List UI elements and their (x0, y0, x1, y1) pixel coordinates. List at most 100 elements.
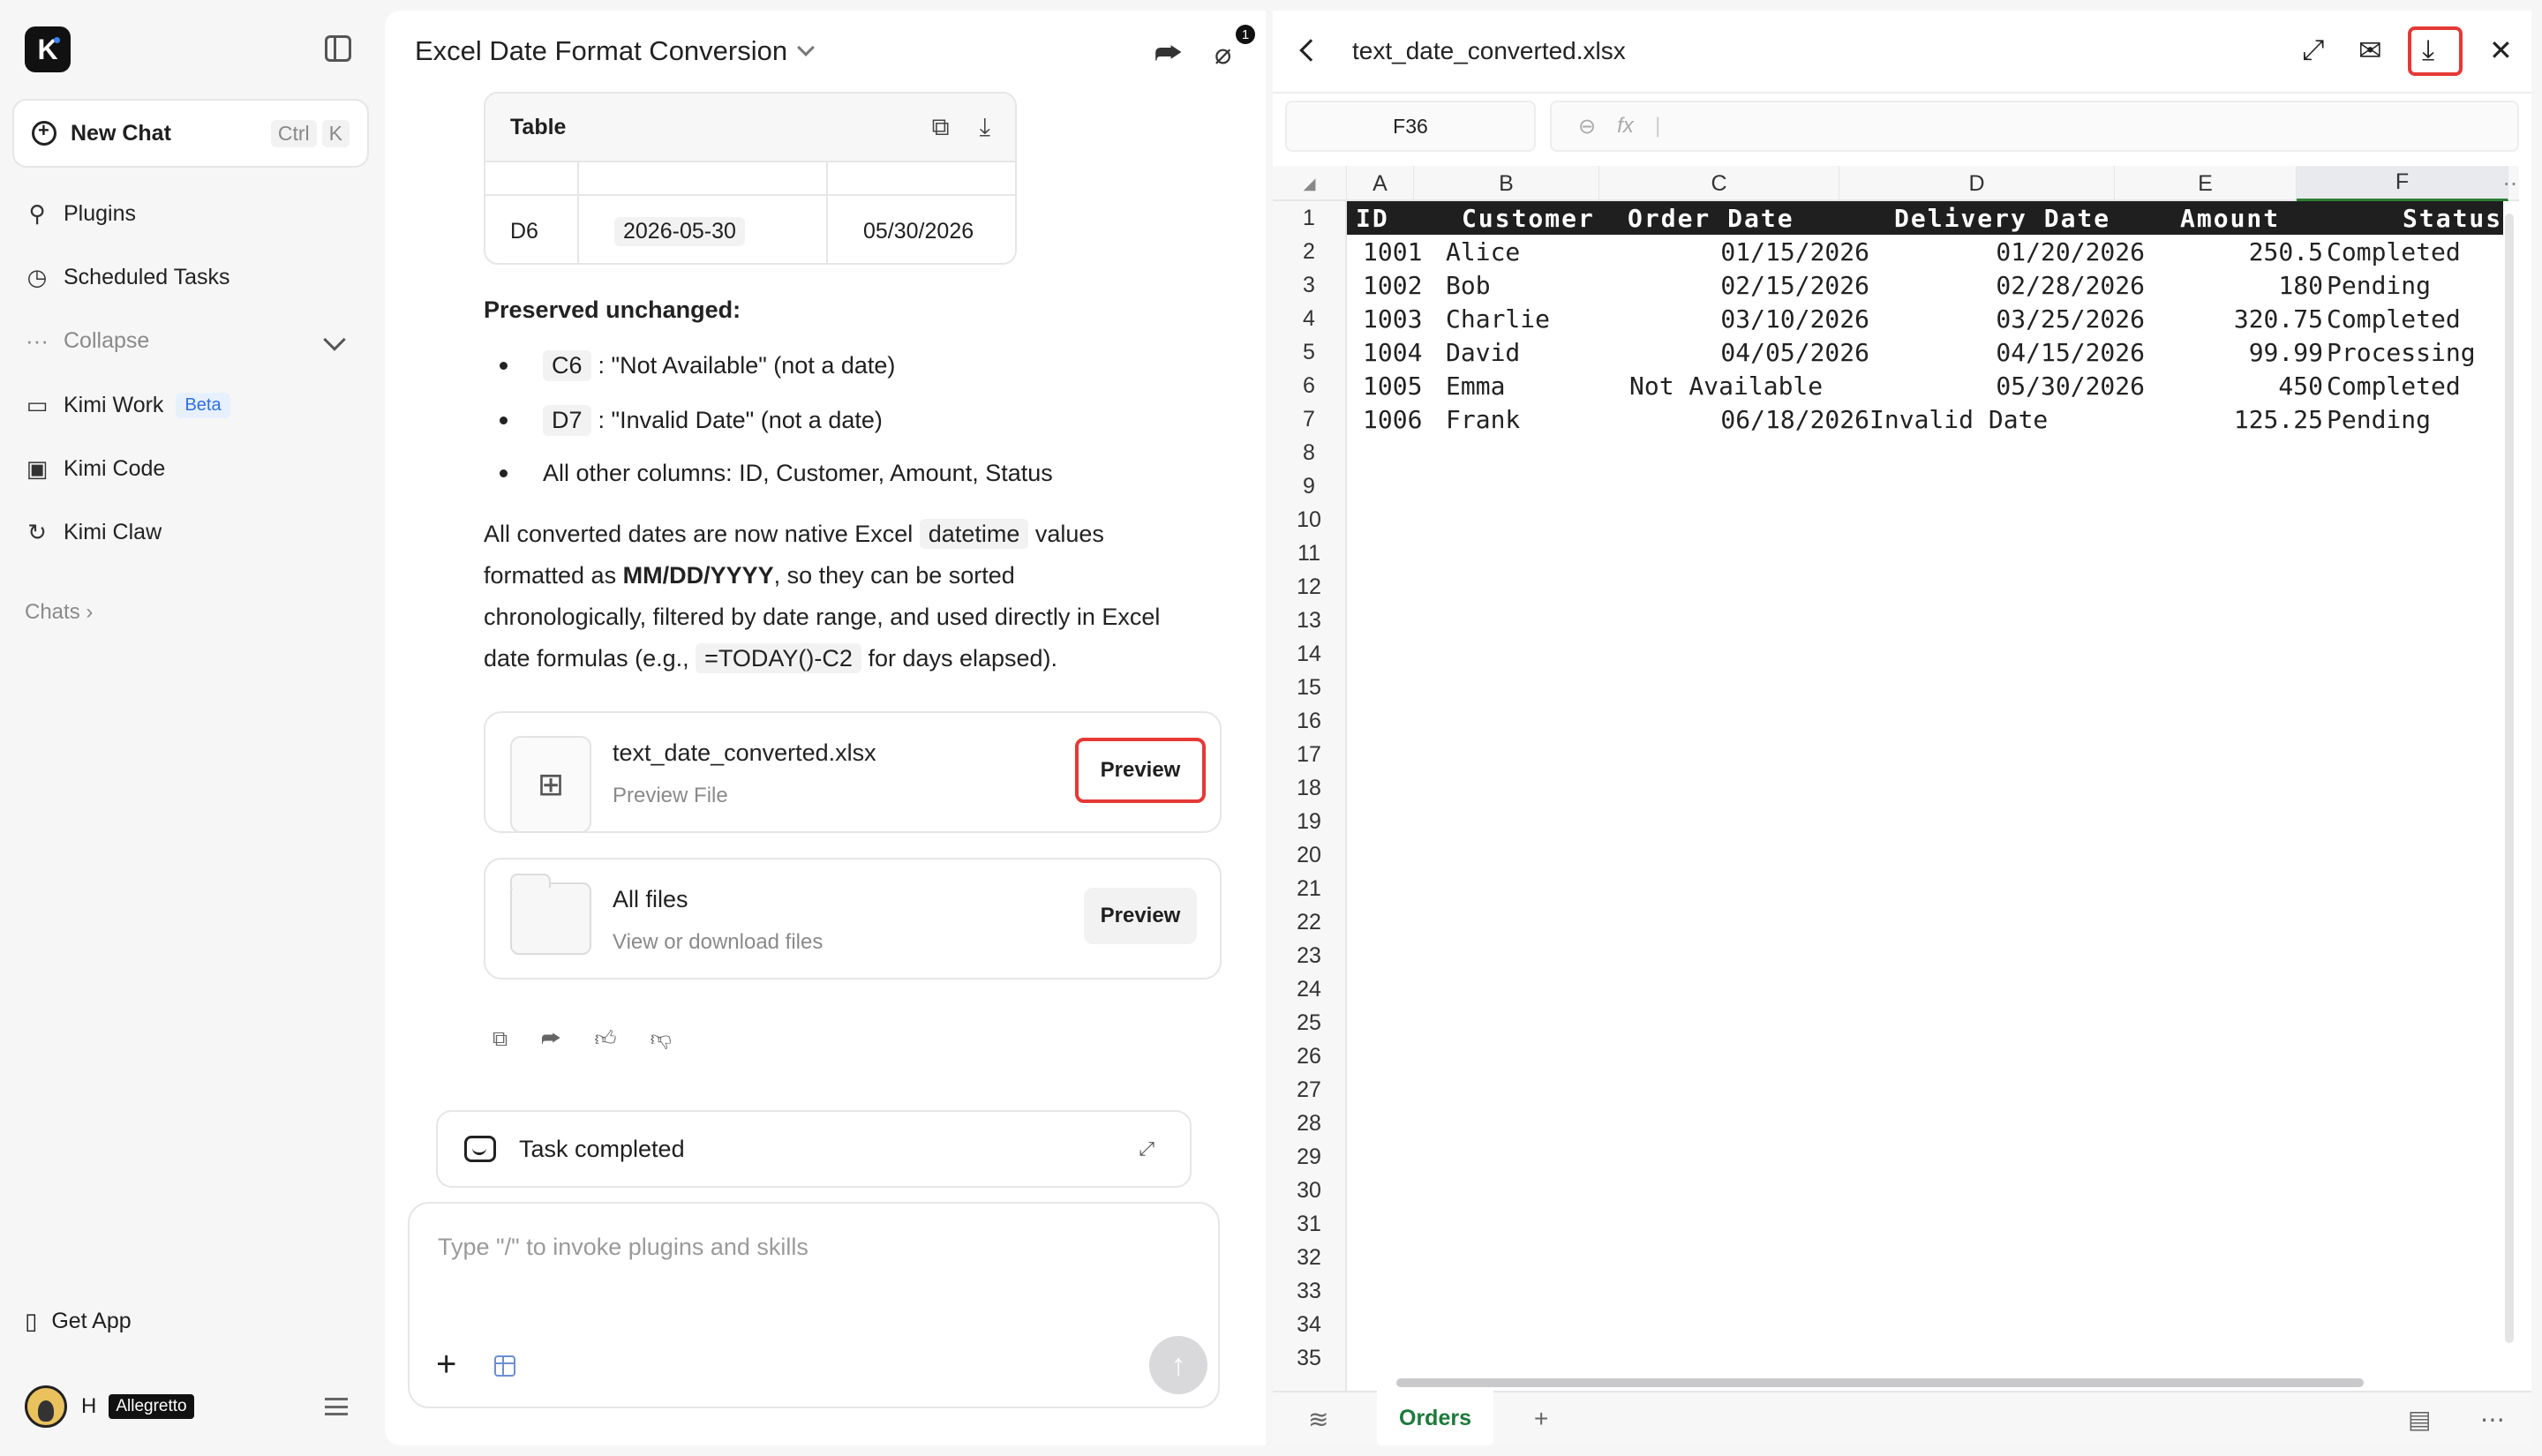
row-number[interactable]: 28 (1273, 1107, 1345, 1140)
column-header-f[interactable]: F (2297, 166, 2508, 201)
menu-icon[interactable] (325, 1398, 348, 1415)
row-number[interactable]: 11 (1273, 537, 1345, 570)
row-number[interactable]: 15 (1273, 671, 1345, 704)
sheet-cell[interactable]: 99.99 (2249, 335, 2323, 369)
sheet-cell[interactable]: Invalid Date (1869, 402, 2048, 436)
sheet-cell[interactable]: Amount (2180, 201, 2280, 235)
send-button[interactable]: ↑ (1149, 1336, 1207, 1394)
thumbs-up-icon[interactable]: 👍︎ (595, 1027, 617, 1052)
row-number[interactable]: 25 (1273, 1006, 1345, 1039)
task-status-bar[interactable]: Task completed ⤢ (436, 1110, 1192, 1188)
sheet-cell[interactable]: Customer (1462, 201, 1595, 235)
sheet-cell[interactable]: Completed (2327, 369, 2461, 402)
add-icon[interactable]: + (436, 1345, 456, 1385)
sheet-cell[interactable]: 03/25/2026 (1996, 302, 2145, 335)
column-header-a[interactable]: A (1347, 166, 1414, 201)
sidebar-item-scheduled-tasks[interactable]: ◷ Scheduled Tasks (25, 258, 230, 296)
sheet-cell[interactable]: Processing (2327, 335, 2476, 369)
copy-icon[interactable]: ⧉ (493, 1027, 508, 1052)
row-number[interactable]: 24 (1273, 972, 1345, 1006)
row-number[interactable]: 1 (1273, 201, 1345, 235)
more-columns-icon[interactable]: ⋯ (2503, 166, 2520, 201)
share-icon[interactable]: ⮫ (1154, 37, 1183, 71)
kimi-logo[interactable]: K (25, 26, 71, 72)
vertical-scrollbar[interactable] (2505, 214, 2514, 1343)
sidebar-item-plugins[interactable]: ⚲ Plugins (25, 194, 136, 233)
sheet-cell[interactable]: 1004 (1363, 335, 1422, 369)
sheet-cell[interactable]: Charlie (1446, 302, 1550, 335)
chat-input-placeholder[interactable]: Type "/" to invoke plugins and skills (438, 1234, 808, 1261)
row-number[interactable]: 27 (1273, 1073, 1345, 1107)
row-number[interactable]: 33 (1273, 1274, 1345, 1308)
download-icon[interactable]: ⤓ (980, 113, 990, 142)
sheet-cell[interactable]: 1001 (1363, 235, 1422, 268)
row-number[interactable]: 34 (1273, 1308, 1345, 1341)
sheet-tab-orders[interactable]: Orders (1377, 1391, 1493, 1445)
row-number[interactable]: 4 (1273, 302, 1345, 335)
column-header-c[interactable]: C (1599, 166, 1839, 201)
sidebar-item-kimi-code[interactable]: ▣ Kimi Code (25, 449, 166, 488)
sheet-cell[interactable]: 02/15/2026 (1720, 268, 1869, 302)
user-profile[interactable]: H Allegretto (25, 1385, 194, 1428)
add-sheet-icon[interactable]: + (1534, 1405, 1548, 1433)
row-number[interactable]: 10 (1273, 503, 1345, 537)
sheet-cell[interactable]: 125.25 (2234, 402, 2323, 436)
row-number[interactable]: 8 (1273, 436, 1345, 469)
sidebar-item-collapse[interactable]: ··· Collapse (25, 321, 149, 360)
copy-icon[interactable]: ⧉ (932, 113, 950, 142)
row-number[interactable]: 20 (1273, 838, 1345, 872)
sheet-cell[interactable]: 1002 (1363, 268, 1422, 302)
sheet-cell[interactable]: Emma (1446, 369, 1505, 402)
row-number[interactable]: 9 (1273, 469, 1345, 503)
sheet-cell[interactable]: 1005 (1363, 369, 1422, 402)
sheet-cell[interactable]: Not Available (1629, 369, 1823, 402)
row-number[interactable]: 18 (1273, 771, 1345, 805)
sheet-cell[interactable]: 01/15/2026 (1720, 235, 1869, 268)
row-number[interactable]: 22 (1273, 905, 1345, 939)
expand-icon[interactable]: ⤢ (1139, 1137, 1154, 1160)
sidebar-item-kimi-work[interactable]: ▭ Kimi Work Beta (25, 386, 230, 424)
row-number[interactable]: 3 (1273, 268, 1345, 302)
mail-icon[interactable]: ✉ (2358, 34, 2382, 67)
chat-input-box[interactable]: Type "/" to invoke plugins and skills + … (408, 1202, 1220, 1408)
sheet-cell[interactable]: Completed (2327, 302, 2461, 335)
sidebar-item-kimi-claw[interactable]: ↻ Kimi Claw (25, 513, 162, 552)
chevron-down-icon[interactable] (323, 328, 346, 351)
preview-button[interactable]: Preview (1075, 738, 1206, 803)
sheet-cell[interactable]: Frank (1446, 402, 1520, 436)
layers-icon[interactable]: ≋ (1308, 1405, 1328, 1434)
row-number[interactable]: 16 (1273, 704, 1345, 738)
thumbs-down-icon[interactable]: 👎︎ (651, 1027, 672, 1052)
sheet-cell[interactable]: 06/18/2026 (1720, 402, 1869, 436)
sheet-cell[interactable]: Pending (2327, 402, 2431, 436)
sheet-cell[interactable]: 04/15/2026 (1996, 335, 2145, 369)
row-number[interactable]: 23 (1273, 939, 1345, 972)
sheet-cell[interactable]: Bob (1446, 268, 1491, 302)
row-number[interactable]: 30 (1273, 1174, 1345, 1207)
horizontal-scrollbar[interactable] (1396, 1378, 2364, 1387)
sheet-cell[interactable]: 250.5 (2249, 235, 2323, 268)
sheet-cell[interactable]: 02/28/2026 (1996, 268, 2145, 302)
sheet-cell[interactable]: 180 (2278, 268, 2323, 302)
row-number[interactable]: 29 (1273, 1140, 1345, 1174)
sheet-cell[interactable]: ID (1356, 201, 1389, 235)
share-icon[interactable]: ⮫ (541, 1027, 560, 1052)
row-number[interactable]: 32 (1273, 1241, 1345, 1274)
row-number[interactable]: 13 (1273, 604, 1345, 637)
get-app-link[interactable]: ▯ Get App (25, 1308, 132, 1335)
row-number[interactable]: 7 (1273, 402, 1345, 436)
row-number[interactable]: 12 (1273, 570, 1345, 604)
row-number[interactable]: 19 (1273, 805, 1345, 838)
close-icon[interactable]: ✕ (2489, 34, 2513, 67)
sheet-cell[interactable]: Pending (2327, 268, 2431, 302)
all-files-preview-button[interactable]: Preview (1084, 888, 1197, 944)
new-chat-button[interactable]: New Chat Ctrl K (12, 99, 369, 168)
sheet-cell[interactable]: 03/10/2026 (1720, 302, 1869, 335)
row-number[interactable]: 35 (1273, 1341, 1345, 1375)
chats-section[interactable]: Chats › (25, 600, 93, 625)
formula-input[interactable]: ⊖ fx | (1550, 101, 2519, 152)
chat-title-dropdown[interactable]: Excel Date Format Conversion (415, 35, 816, 67)
column-header-e[interactable]: E (2115, 166, 2297, 201)
fullscreen-icon[interactable]: ⤢ (2302, 34, 2325, 67)
sheet-cell[interactable]: 450 (2278, 369, 2323, 402)
